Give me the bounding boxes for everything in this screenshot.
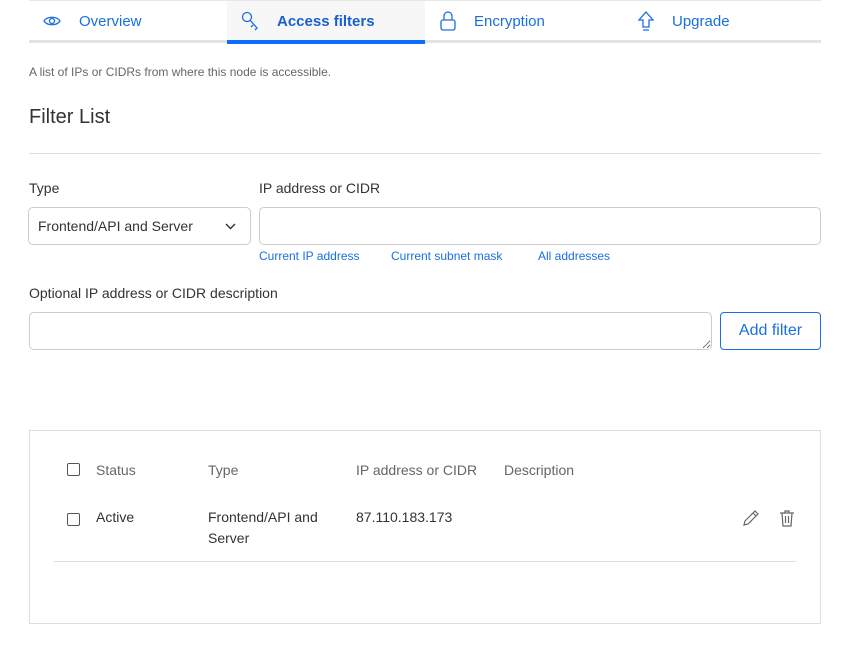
select-all-checkbox[interactable] xyxy=(67,463,80,476)
ip-input[interactable] xyxy=(259,207,821,245)
tab-encryption[interactable]: Encryption xyxy=(440,1,545,41)
section-title: Filter List xyxy=(29,106,111,128)
header-description: Description xyxy=(504,462,575,478)
current-ip-link[interactable]: Current IP address xyxy=(259,249,360,263)
tab-overview[interactable]: Overview xyxy=(43,1,142,41)
description-textarea[interactable] xyxy=(29,312,712,350)
tab-access-filters[interactable]: Access filters xyxy=(227,1,425,44)
add-filter-button[interactable]: Add filter xyxy=(720,312,821,350)
description-label: Optional IP address or CIDR description xyxy=(29,285,278,301)
eye-icon xyxy=(43,16,61,26)
arrow-up-icon xyxy=(638,11,654,31)
tab-bar: Overview Access filters Encryption Upgra… xyxy=(29,0,821,44)
lock-icon xyxy=(440,11,456,31)
row-type: Frontend/API and Server xyxy=(208,509,318,546)
tab-upgrade[interactable]: Upgrade xyxy=(638,1,730,41)
row-ip: 87.110.183.173 xyxy=(356,509,453,525)
type-label: Type xyxy=(29,180,60,196)
filter-table: Status Type IP address or CIDR Descripti… xyxy=(29,430,821,624)
divider xyxy=(29,153,821,154)
type-select[interactable]: Frontend/API and Server xyxy=(28,207,251,245)
trash-icon[interactable] xyxy=(779,509,795,527)
page-description: A list of IPs or CIDRs from where this n… xyxy=(29,65,332,79)
current-subnet-link[interactable]: Current subnet mask xyxy=(391,249,502,263)
all-addresses-link[interactable]: All addresses xyxy=(538,249,610,263)
row-status: Active xyxy=(96,509,135,525)
ip-label: IP address or CIDR xyxy=(259,180,381,196)
header-type: Type xyxy=(208,462,239,478)
header-ip: IP address or CIDR xyxy=(356,462,478,478)
row-divider xyxy=(54,561,796,562)
chevron-down-icon xyxy=(225,223,236,230)
key-icon xyxy=(241,11,258,31)
row-checkbox[interactable] xyxy=(67,513,80,526)
header-status: Status xyxy=(96,462,136,478)
pencil-icon[interactable] xyxy=(742,509,760,527)
